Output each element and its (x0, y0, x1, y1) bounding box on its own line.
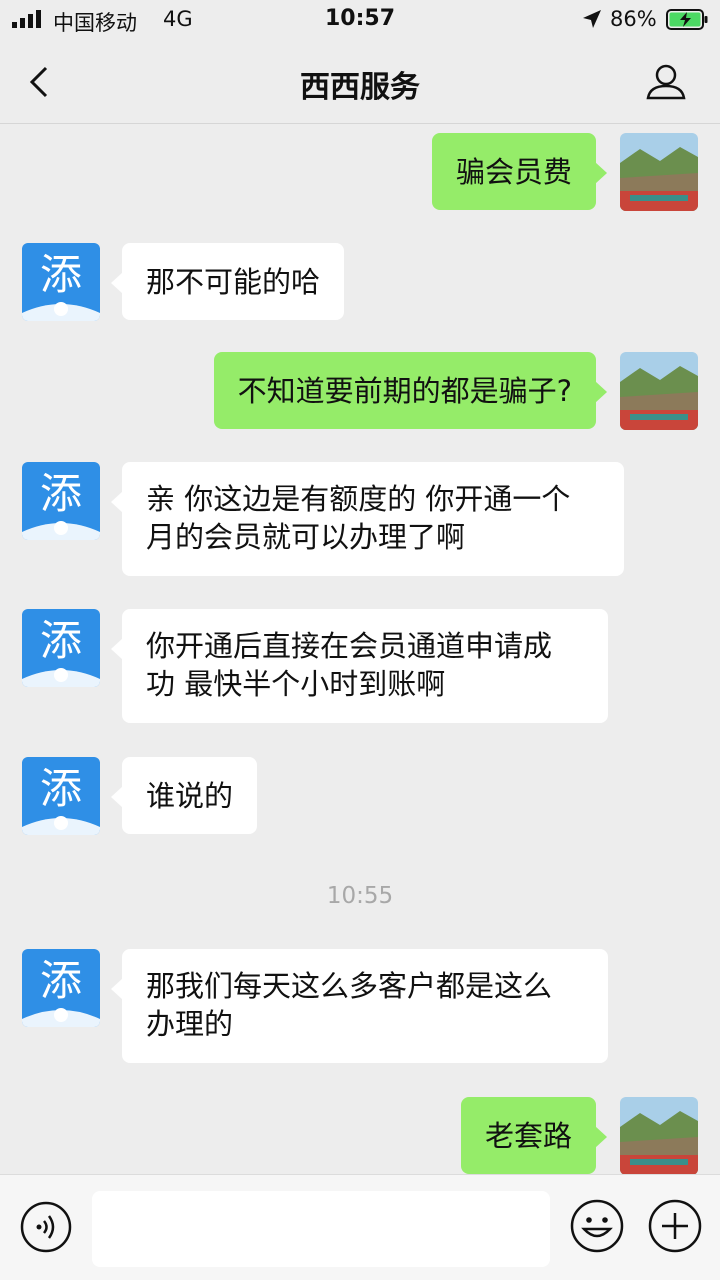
emoji-icon[interactable] (570, 1199, 624, 1253)
service-logo-image: 添 (22, 462, 100, 540)
message-text-block: 那我们每天这么多客户都是这么 办理的 (146, 967, 552, 1043)
message-bubble-incoming[interactable]: 那我们每天这么多客户都是这么 办理的 (111, 949, 608, 1063)
my-avatar[interactable] (620, 352, 698, 430)
plus-icon[interactable] (648, 1199, 702, 1253)
profile-icon[interactable] (644, 60, 688, 104)
message-text: 那不可能的哈 (146, 264, 321, 299)
avatar-char: 添 (40, 764, 82, 813)
battery-icon (666, 9, 708, 30)
battery-percent: 86% (610, 7, 657, 31)
message-bubble-incoming[interactable]: 那不可能的哈 (110, 243, 345, 320)
message-bubble-outgoing[interactable]: 不知道要前期的都是骗子? (213, 352, 608, 429)
landscape-avatar-image (620, 1097, 698, 1175)
message-input[interactable] (92, 1191, 550, 1267)
message-bubble-outgoing[interactable]: 老套路 (460, 1097, 608, 1174)
message-text: 不知道要前期的都是骗子? (237, 373, 572, 408)
message-text: 老套路 (484, 1118, 572, 1153)
service-logo-image: 添 (22, 949, 100, 1027)
message-text-block: 亲 你这边是有额度的 你开通一个 月的会员就可以办理了啊 (146, 480, 570, 556)
landscape-avatar-image (620, 352, 698, 430)
message-bubble-incoming[interactable]: 谁说的 (110, 757, 258, 834)
message-timestamp: 10:55 (326, 883, 394, 909)
message-line: 亲 你这边是有额度的 你开通一个 (146, 482, 571, 516)
avatar-char: 添 (40, 469, 82, 518)
avatar-char: 添 (40, 250, 82, 299)
message-bubble-incoming[interactable]: 你开通后直接在会员通道申请成 功 最快半个小时到账啊 (111, 609, 608, 723)
avatar-char: 添 (40, 956, 82, 1005)
service-logo-image: 添 (22, 757, 100, 835)
message-text: 骗会员费 (455, 154, 572, 189)
message-line: 你开通后直接在会员通道申请成 (146, 629, 553, 663)
service-logo-image: 添 (22, 243, 100, 321)
message-bubble-incoming[interactable]: 亲 你这边是有额度的 你开通一个 月的会员就可以办理了啊 (111, 462, 624, 576)
input-bar (0, 1174, 720, 1280)
voice-icon[interactable] (20, 1201, 72, 1253)
chat-header: 西西服务 (0, 40, 720, 124)
status-bar: 中国移动 4G 10:57 86% (0, 0, 720, 40)
message-line: 办理的 (146, 1007, 234, 1041)
service-avatar[interactable]: 添 (22, 949, 100, 1027)
service-avatar[interactable]: 添 (22, 243, 100, 321)
landscape-avatar-image (620, 133, 698, 211)
avatar-char: 添 (40, 616, 82, 665)
chat-title: 西西服务 (300, 70, 420, 105)
message-text-block: 你开通后直接在会员通道申请成 功 最快半个小时到账啊 (146, 627, 552, 703)
service-avatar[interactable]: 添 (22, 462, 100, 540)
service-avatar[interactable]: 添 (22, 609, 100, 687)
service-logo-image: 添 (22, 609, 100, 687)
message-text: 谁说的 (146, 778, 234, 813)
message-bubble-outgoing[interactable]: 骗会员费 (431, 133, 608, 210)
message-line: 月的会员就可以办理了啊 (146, 520, 466, 554)
message-line: 功 最快半个小时到账啊 (146, 667, 446, 701)
location-arrow-icon (583, 10, 601, 28)
service-avatar[interactable]: 添 (22, 757, 100, 835)
message-line: 那我们每天这么多客户都是这么 (146, 969, 553, 1003)
my-avatar[interactable] (620, 1097, 698, 1175)
my-avatar[interactable] (620, 133, 698, 211)
